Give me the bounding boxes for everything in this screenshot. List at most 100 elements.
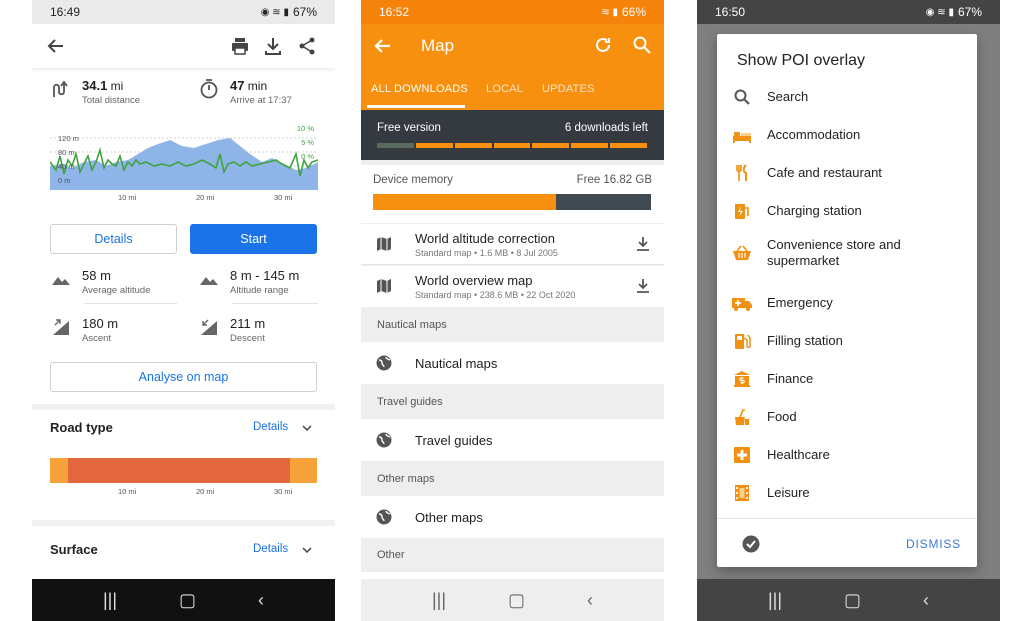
home-icon[interactable]: ▢ — [179, 590, 196, 611]
x-label-20: 20 mi — [196, 193, 215, 202]
finance-icon — [734, 371, 750, 387]
back-icon[interactable]: ‹ — [258, 590, 264, 611]
recent-apps-icon[interactable]: ||| — [432, 590, 446, 611]
recent-apps-icon[interactable]: ||| — [768, 590, 782, 611]
timer-icon — [200, 79, 218, 99]
item-subtitle: Standard map • 1.6 MB • 8 Jul 2005 — [415, 248, 558, 258]
poi-item-filling-station[interactable]: Filling station — [717, 322, 977, 360]
chevron-down-icon[interactable] — [300, 421, 314, 435]
poi-item-accommodation[interactable]: Accommodation — [717, 116, 977, 154]
mountain-range-icon — [200, 277, 218, 285]
basket-icon — [733, 245, 751, 260]
status-time: 16:52 — [379, 5, 410, 19]
road-segment — [50, 458, 68, 483]
tab-all-downloads[interactable]: ALL DOWNLOADS — [371, 83, 468, 95]
free-version-banner[interactable]: Free version 6 downloads left — [361, 110, 664, 160]
divider — [717, 518, 977, 519]
status-battery: 66% — [621, 5, 646, 19]
bed-icon — [733, 132, 751, 143]
system-nav-bar: ||| ▢ ‹ — [32, 579, 335, 621]
poi-label: Food — [767, 409, 797, 424]
road-tick-10: 10 mi — [118, 487, 137, 496]
list-item[interactable]: World overview map Standard map • 238.6 … — [361, 266, 664, 307]
x-label-30: 30 mi — [274, 193, 293, 202]
poi-item-leisure[interactable]: Leisure — [717, 474, 977, 512]
poi-overlay-dialog: Show POI overlay Search Accommodation Ca… — [717, 34, 977, 567]
list-item[interactable]: World altitude correction Standard map •… — [361, 224, 664, 265]
film-icon — [735, 485, 749, 501]
total-distance-stat: 34.1 mi Total distance — [50, 78, 140, 106]
y-label-120: 120 m — [58, 134, 79, 143]
list-item[interactable]: Nautical maps — [361, 342, 664, 384]
download-icon[interactable] — [263, 36, 283, 56]
downloads-left-label: 6 downloads left — [564, 122, 648, 134]
ascent-value: 180 m — [82, 316, 119, 331]
recent-apps-icon[interactable]: ||| — [103, 590, 117, 611]
home-icon[interactable]: ▢ — [844, 590, 861, 611]
details-button[interactable]: Details — [50, 224, 177, 254]
download-icon[interactable] — [634, 235, 652, 253]
home-icon[interactable]: ▢ — [508, 590, 525, 611]
select-all-check-icon[interactable] — [741, 534, 761, 554]
status-battery: 67% — [292, 5, 317, 19]
charging-icon — [735, 204, 749, 219]
descent-icon — [201, 319, 217, 335]
list-item[interactable]: Other maps — [361, 496, 664, 538]
avg-altitude-label: Average altitude — [82, 285, 151, 296]
poi-label: Accommodation — [767, 127, 861, 142]
status-icons: ≋ ▮ — [601, 6, 618, 18]
tab-updates[interactable]: UPDATES — [542, 83, 595, 95]
list-item[interactable]: Travel guides — [361, 419, 664, 461]
back-icon[interactable]: ‹ — [587, 590, 593, 611]
download-icon[interactable] — [634, 277, 652, 295]
device-memory-panel: Device memory Free 16.82 GB — [361, 165, 664, 223]
print-icon[interactable] — [230, 36, 250, 56]
section-header: Other maps — [377, 473, 435, 485]
analyse-on-map-button[interactable]: Analyse on map — [50, 362, 317, 392]
road-type-title: Road type — [50, 420, 113, 435]
tab-local[interactable]: LOCAL — [486, 83, 523, 95]
poi-item-healthcare[interactable]: Healthcare — [717, 436, 977, 474]
elevation-chart[interactable]: 120 m 80 m 40 m 0 m 10 % 5 % 0 % 10 mi 2… — [50, 124, 318, 206]
status-time: 16:50 — [715, 5, 746, 19]
poi-item-food[interactable]: Food — [717, 398, 977, 436]
memory-used-fill — [373, 194, 557, 210]
dismiss-button[interactable]: DISMISS — [906, 537, 961, 551]
dialog-title: Show POI overlay — [737, 52, 866, 69]
start-button[interactable]: Start — [190, 224, 317, 254]
globe-icon — [376, 432, 392, 448]
search-icon[interactable] — [632, 35, 652, 55]
map-downloads-screen: 16:52 ≋ ▮ 66% Map ALL DOWNLOADS LOCAL UP… — [361, 0, 664, 621]
duration-unit: min — [244, 79, 268, 93]
screen-title: Map — [421, 36, 455, 55]
arrival-label: Arrive at 17:37 — [230, 95, 292, 106]
item-title: Nautical maps — [415, 356, 498, 371]
back-arrow-icon[interactable] — [46, 36, 66, 56]
poi-item-search[interactable]: Search — [717, 78, 977, 116]
poi-label: Healthcare — [767, 447, 830, 462]
chevron-down-icon[interactable] — [300, 543, 314, 557]
refresh-icon[interactable] — [593, 35, 613, 55]
poi-item-cafe[interactable]: Cafe and restaurant — [717, 154, 977, 192]
globe-icon — [376, 355, 392, 371]
poi-item-charging[interactable]: Charging station — [717, 192, 977, 230]
back-icon[interactable]: ‹ — [923, 590, 929, 611]
map-icon — [377, 279, 391, 293]
system-nav-bar: ||| ▢ ‹ — [361, 579, 664, 621]
road-type-details-link[interactable]: Details — [253, 421, 288, 433]
poi-item-emergency[interactable]: Emergency — [717, 284, 977, 322]
avg-altitude-stat: 58 m Average altitude — [50, 268, 151, 296]
poi-item-convenience[interactable]: Convenience store and supermarket — [717, 230, 977, 276]
download-slot-used — [377, 143, 414, 148]
road-tick-30: 30 mi — [274, 487, 293, 496]
descent-stat: 211 m Descent — [198, 316, 265, 344]
active-tab-indicator — [367, 105, 465, 108]
status-time: 16:49 — [50, 5, 81, 19]
item-title: Other maps — [415, 510, 483, 525]
poi-item-finance[interactable]: Finance — [717, 360, 977, 398]
back-arrow-icon[interactable] — [373, 36, 393, 56]
share-icon[interactable] — [297, 36, 317, 56]
section-separator — [32, 404, 335, 410]
descent-value: 211 m — [230, 316, 266, 331]
surface-details-link[interactable]: Details — [253, 543, 288, 555]
